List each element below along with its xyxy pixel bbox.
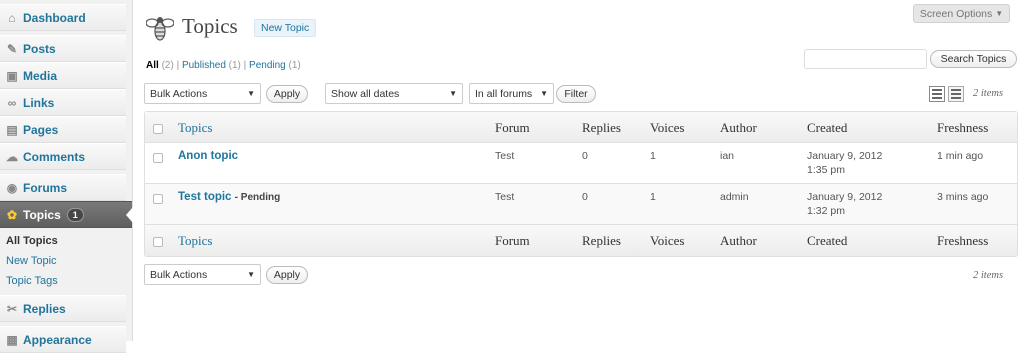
excerpt-view-icon[interactable] [948,86,964,102]
row-voices: 1 [650,191,656,203]
chevron-down-icon: ▼ [995,9,1004,18]
bulk-actions-select-top[interactable]: Bulk Actions ▼ [144,83,261,104]
row-replies: 0 [582,150,588,162]
topics-table: Topics Forum Replies Voices Author Creat… [144,111,1018,257]
search-input[interactable] [804,49,927,69]
row-created-time: 1:35 pm [807,164,845,176]
select-all-checkbox[interactable] [153,124,163,134]
row-created-time: 1:32 pm [807,205,845,217]
row-author[interactable]: admin [720,191,749,203]
add-new-topic-button[interactable]: New Topic [254,19,317,37]
row-checkbox[interactable] [153,153,163,163]
forums-icon: ◉ [6,180,18,195]
column-author-footer: Author [720,233,757,248]
row-forum: Test [495,191,515,203]
status-filter-links: All (2) | Published (1) | Pending (1) [146,60,301,71]
column-author: Author [720,120,757,135]
items-count-bottom: 2 items [973,270,1004,281]
pages-icon: ▤ [6,122,18,137]
column-topics-footer[interactable]: Topics [178,233,212,249]
row-freshness[interactable]: 1 min ago [937,150,983,162]
row-replies: 0 [582,191,588,203]
menu-comments[interactable]: ☁ Comments [0,143,126,170]
column-replies-footer: Replies [582,233,621,248]
appearance-icon: ▦ [6,332,18,347]
column-voices-footer: Voices [650,233,685,248]
filter-all-link[interactable]: All [146,60,159,71]
status-label: - Pending [234,192,281,203]
submenu-new-topic[interactable]: New Topic [6,255,57,267]
dates-select[interactable]: Show all dates ▼ [325,83,463,104]
row-checkbox[interactable] [153,194,163,204]
table-footer-row [145,225,1017,256]
screen-options-button[interactable]: Screen Options ▼ [913,4,1010,23]
admin-sidebar: ⌂ Dashboard ✎ Posts ▣ Media ∞ Links ▤ Pages ☁… [0,0,133,353]
chevron-down-icon: ▼ [247,270,255,279]
home-icon: ⌂ [8,10,16,25]
table-row [145,143,1017,184]
chevron-down-icon: ▼ [247,89,255,98]
row-created-date: January 9, 2012 [807,150,883,162]
comment-icon: ☁ [6,149,18,164]
menu-topics[interactable]: ✿ Topics 1 [0,201,133,228]
bulk-actions-select-bottom[interactable]: Bulk Actions ▼ [144,264,261,285]
bee-icon [146,17,174,41]
apply-button-bottom[interactable]: Apply [266,266,308,284]
menu-appearance[interactable]: ▦ Appearance [0,326,126,353]
select-all-checkbox-footer[interactable] [153,237,163,247]
column-created: Created [807,120,848,135]
menu-forums[interactable]: ◉ Forums [0,174,126,201]
filter-published-link[interactable]: Published [182,60,226,71]
submenu-all-topics[interactable]: All Topics [6,235,58,247]
apply-button-top[interactable]: Apply [266,85,308,103]
column-topics[interactable]: Topics [178,120,212,136]
chevron-down-icon: ▼ [449,89,457,98]
column-forum: Forum [495,120,530,135]
list-view-icon[interactable] [929,86,945,102]
replies-icon: ✂ [6,301,18,316]
row-voices: 1 [650,150,656,162]
media-icon: ▣ [6,68,18,83]
search-topics-button[interactable]: Search Topics [930,50,1017,68]
column-replies: Replies [582,120,621,135]
row-author[interactable]: ian [720,150,734,162]
topic-title-link[interactable]: Test topic - Pending [178,191,280,203]
topics-count-badge: 1 [66,207,84,222]
pin-icon: ✎ [6,41,18,56]
menu-replies[interactable]: ✂ Replies [0,295,126,322]
menu-links[interactable]: ∞ Links [0,89,126,116]
row-freshness[interactable]: 3 mins ago [937,191,988,203]
chevron-down-icon: ▼ [540,89,548,98]
row-created-date: January 9, 2012 [807,191,883,203]
menu-dashboard[interactable]: ⌂ Dashboard [0,4,126,31]
column-created-footer: Created [807,233,848,248]
menu-media[interactable]: ▣ Media [0,62,126,89]
submenu-topic-tags[interactable]: Topic Tags [6,275,58,287]
column-freshness: Freshness [937,120,989,135]
menu-pages[interactable]: ▤ Pages [0,116,126,143]
column-freshness-footer: Freshness [937,233,989,248]
row-forum: Test [495,150,515,162]
column-forum-footer: Forum [495,233,530,248]
table-header-row [145,112,1017,143]
items-count-top: 2 items [973,88,1004,99]
topic-title-link[interactable]: Anon topic [178,150,238,162]
filter-button[interactable]: Filter [556,85,596,103]
forums-select[interactable]: In all forums ▼ [469,83,554,104]
link-icon: ∞ [7,95,17,110]
topics-icon: ✿ [6,207,18,222]
page-title: Topics [182,14,238,38]
column-voices: Voices [650,120,685,135]
filter-pending-link[interactable]: Pending [249,60,286,71]
menu-posts[interactable]: ✎ Posts [0,35,126,62]
